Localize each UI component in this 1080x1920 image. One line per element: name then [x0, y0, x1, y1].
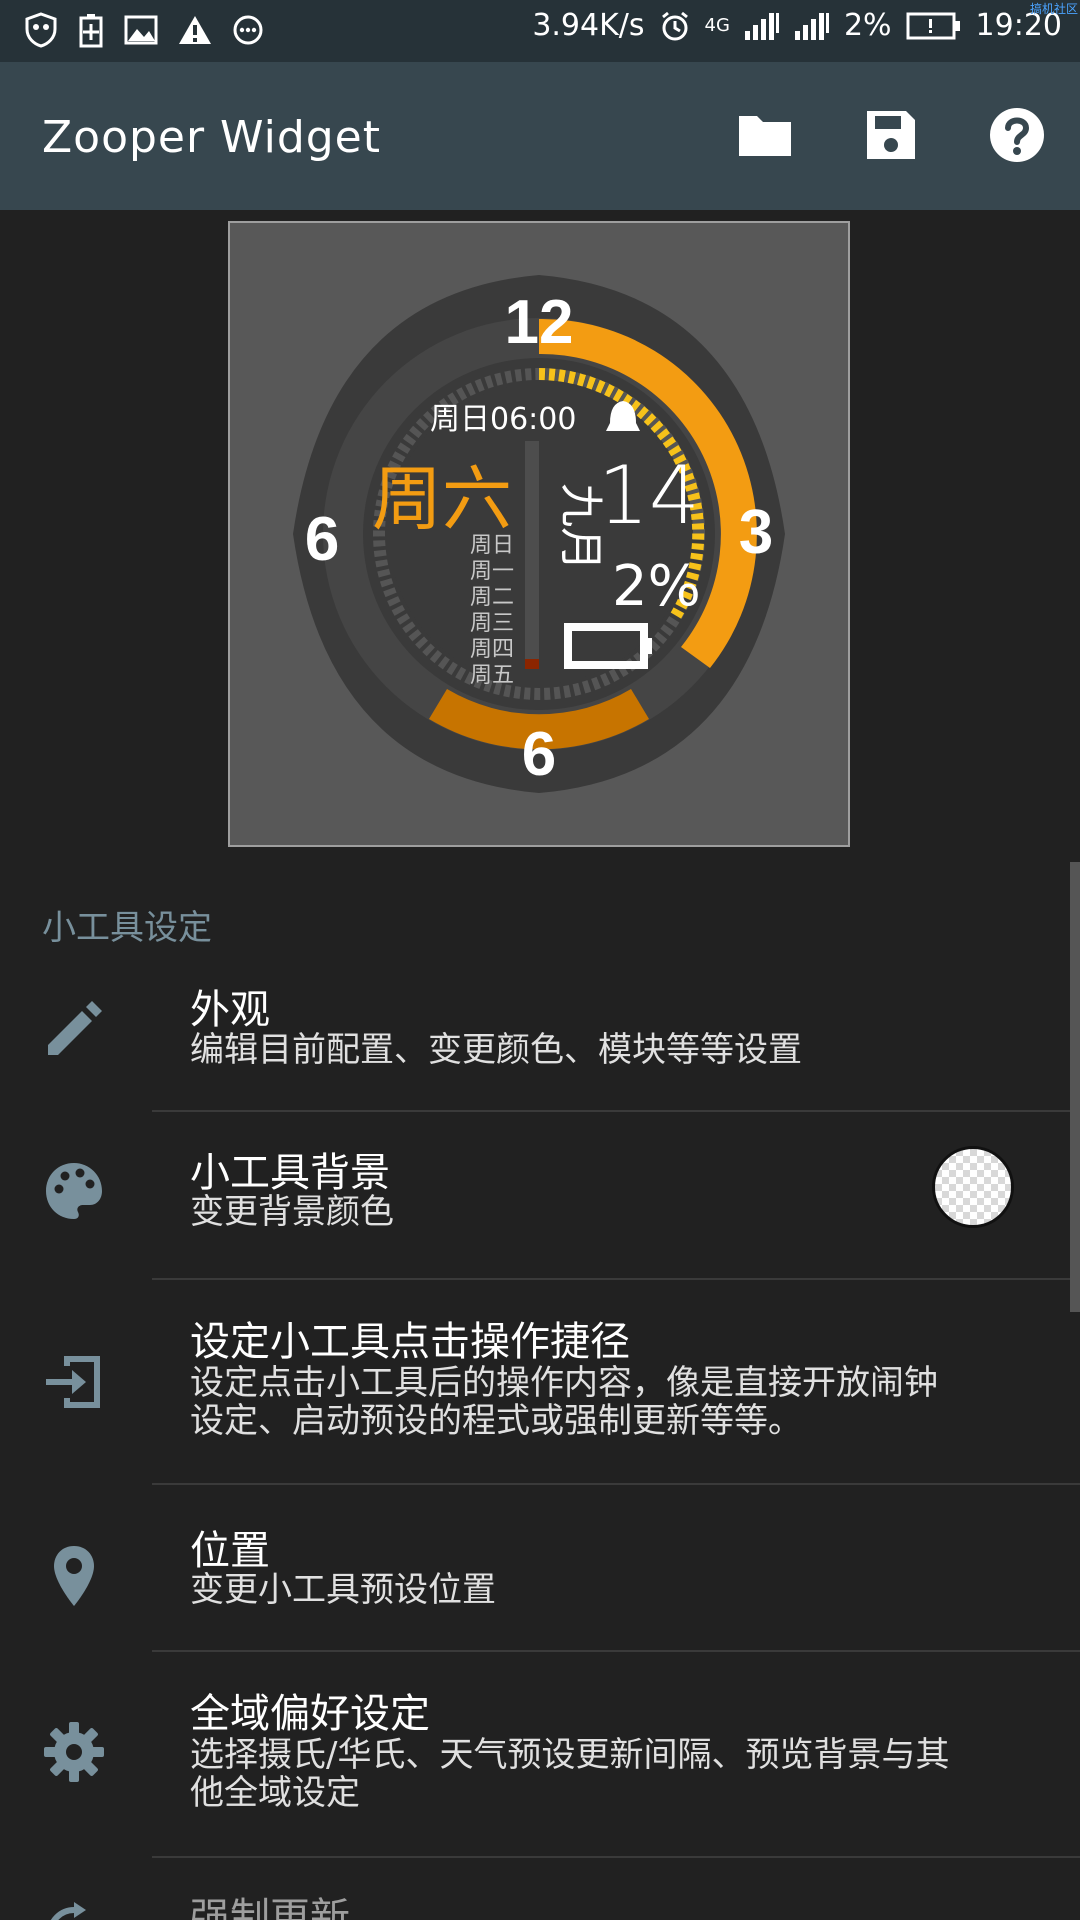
item-subtitle-shortcut-line2: 设定、启动预设的程式或强制更新等等。 — [190, 1401, 802, 1441]
clock-widget: 12 3 6 9 周日06:00 周六 周日 周一 周二 周三 周四 周五 九月… — [293, 275, 785, 793]
open-folder-button[interactable] — [732, 102, 798, 168]
divider — [152, 1650, 1080, 1652]
divider — [152, 1110, 1080, 1112]
item-title-background: 小工具背景 — [190, 1150, 390, 1196]
week-day-0: 周日 — [470, 533, 514, 558]
section-title: 小工具设定 — [42, 908, 212, 948]
net-speed: 3.94K/s — [532, 8, 645, 43]
item-subtitle-shortcut-line1: 设定点击小工具后的操作内容，像是直接开放闹钟 — [190, 1363, 938, 1403]
item-subtitle-global-prefs-line2: 他全域设定 — [190, 1773, 360, 1813]
weekday-text: 周六 — [372, 458, 512, 540]
list-item-force-update[interactable]: 强制更新 — [0, 1896, 1080, 1920]
app-bar: Zooper Widget — [0, 62, 1080, 210]
divider — [152, 1856, 1080, 1858]
status-right: 3.94K/s 4G 2% 19:20 — [532, 8, 1062, 43]
image-icon — [124, 15, 158, 45]
battery-percent: 2% — [843, 8, 892, 43]
hour-9: 9 — [305, 503, 339, 572]
background-color-swatch[interactable] — [932, 1146, 1014, 1228]
divider — [152, 1278, 1080, 1280]
divider — [152, 1483, 1080, 1485]
item-title-position: 位置 — [190, 1528, 270, 1574]
signal-icon-2 — [794, 12, 829, 40]
network-type: 4G — [704, 15, 730, 36]
hour-3: 3 — [739, 498, 773, 567]
list-item-shortcut[interactable]: 设定小工具点击操作捷径 设定点击小工具后的操作内容，像是直接开放闹钟 设定、启动… — [0, 1320, 1080, 1482]
watermark: 搞机社区 — [1029, 2, 1078, 16]
week-day-3: 周三 — [470, 611, 514, 636]
item-subtitle-background: 变更背景颜色 — [190, 1192, 394, 1232]
notification-icons — [24, 12, 264, 48]
week-progress-track — [525, 441, 539, 669]
pencil-icon — [38, 993, 110, 1065]
list-item-background[interactable]: 小工具背景 变更背景颜色 — [0, 1145, 1080, 1277]
save-icon — [867, 111, 915, 159]
list-item-position[interactable]: 位置 变更小工具预设位置 — [0, 1525, 1080, 1650]
hour-12: 12 — [505, 288, 574, 357]
item-title-force-update: 强制更新 — [190, 1896, 350, 1920]
folder-icon — [739, 116, 791, 156]
palette-icon — [38, 1155, 110, 1227]
list-item-appearance[interactable]: 外观 编辑目前配置、变更颜色、模块等等设置 — [0, 975, 1080, 1110]
app-actions — [732, 102, 1050, 168]
item-subtitle-appearance: 编辑目前配置、变更颜色、模块等等设置 — [190, 1030, 802, 1070]
week-day-2: 周二 — [470, 585, 514, 610]
signal-icon — [744, 12, 779, 40]
item-subtitle-position: 变更小工具预设位置 — [190, 1570, 496, 1610]
week-day-5: 周五 — [470, 663, 514, 688]
list-item-global-prefs[interactable]: 全域偏好设定 选择摄氏/华氏、天气预设更新间隔、预览背景与其 他全域设定 — [0, 1692, 1080, 1854]
shield-icon — [25, 12, 57, 48]
settings-icon — [38, 1716, 110, 1788]
location-icon — [38, 1540, 110, 1612]
item-title-global-prefs: 全域偏好设定 — [190, 1691, 430, 1737]
save-button[interactable] — [858, 102, 924, 168]
battery-text: 2% — [612, 554, 701, 619]
app-title: Zooper Widget — [42, 112, 382, 163]
help-button[interactable] — [984, 102, 1050, 168]
battery-icon — [906, 12, 960, 39]
warning-icon — [179, 16, 211, 44]
battery-saver-icon — [79, 14, 103, 48]
week-progress-fill — [525, 659, 539, 669]
exit-icon — [38, 1346, 110, 1418]
week-day-1: 周一 — [470, 559, 514, 584]
help-icon — [990, 108, 1044, 162]
scrollbar[interactable] — [1070, 862, 1080, 1312]
day-text: 14 — [598, 449, 700, 542]
alarm-text: 周日06:00 — [430, 402, 576, 437]
status-bar: 3.94K/s 4G 2% 19:20 搞机社区 — [0, 0, 1080, 62]
refresh-icon — [38, 1898, 110, 1920]
item-title-shortcut: 设定小工具点击操作捷径 — [190, 1319, 630, 1365]
widget-preview[interactable]: 12 3 6 9 周日06:00 周六 周日 周一 周二 周三 周四 周五 九月… — [228, 221, 850, 847]
alarm-icon — [661, 11, 688, 40]
item-subtitle-global-prefs-line1: 选择摄氏/华氏、天气预设更新间隔、预览背景与其 — [190, 1735, 950, 1775]
more-icon — [233, 15, 263, 45]
week-day-4: 周四 — [470, 637, 514, 662]
item-title-appearance: 外观 — [190, 987, 270, 1033]
hour-6: 6 — [522, 720, 556, 789]
